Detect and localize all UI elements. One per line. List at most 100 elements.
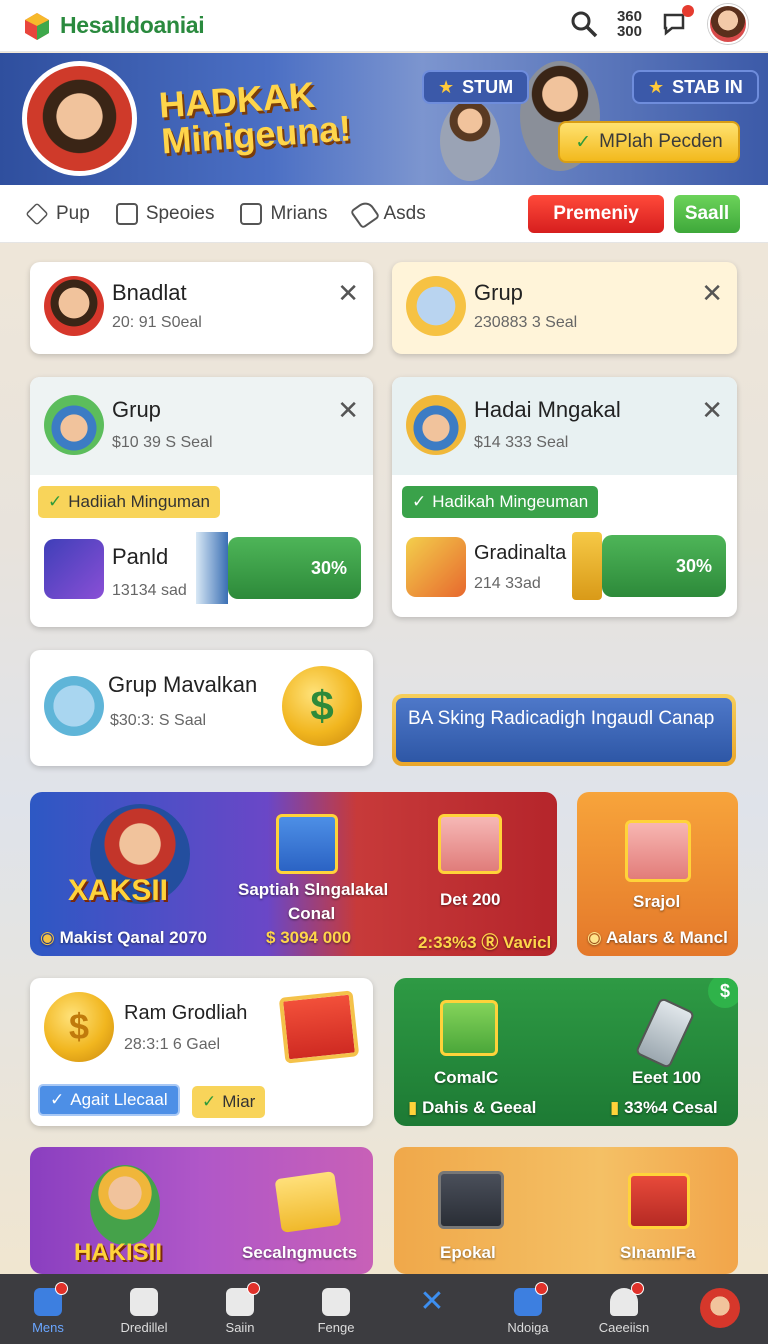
card-title: Ram Grodliah xyxy=(124,1002,248,1024)
promo-label: Srajol xyxy=(633,892,681,911)
reward-tag: ✓ Hadiiah Minguman xyxy=(38,486,220,518)
close-icon: ✕ xyxy=(419,1285,445,1318)
hero-avatar xyxy=(22,61,137,176)
bottom-nav-grid[interactable]: Fenge xyxy=(296,1288,376,1335)
info-banner[interactable]: BA Sking Radicadigh Ingaudl Canap xyxy=(392,694,736,766)
close-icon[interactable]: ✕ xyxy=(701,397,723,423)
avatar xyxy=(700,1288,740,1328)
item-title: Panld xyxy=(112,544,169,569)
promo-footer: 2:33%3 Ⓡ Vavicl xyxy=(418,933,552,952)
nav-item-pup[interactable]: Pup xyxy=(25,201,90,226)
item-subtitle: 13134 sad xyxy=(112,582,187,599)
card-grup-mid[interactable]: Grup $10 39 S Seal ✕ ✓ Hadiiah Minguman P… xyxy=(30,377,373,627)
hero-cta-button[interactable]: ✓ MPlah Pecden xyxy=(558,121,740,163)
gift-icon xyxy=(628,1173,690,1229)
promo-title: XAKSII xyxy=(68,874,169,907)
chat-icon xyxy=(226,1282,260,1316)
bottom-nav-person[interactable]: Caeeiisn xyxy=(584,1282,664,1335)
promo-green[interactable]: ComalC ▮ Dahis & Geeal $ Eeet 100 ▮ 33%4… xyxy=(394,978,738,1126)
book-icon xyxy=(115,202,138,225)
phone-icon xyxy=(634,996,696,1070)
hero-banner: HADKAK Minigeuna! ★ STUM ★ STAB IN ✓ MPlah … xyxy=(0,53,768,185)
top-bar: HesalIdoaniai 360 300 xyxy=(0,0,768,52)
gift-icon xyxy=(438,814,502,874)
card-subtitle: 20: 91 S0eal xyxy=(112,314,202,331)
card-subtitle: $30:3: S Saal xyxy=(110,712,207,729)
promo-label: Eeet 100 xyxy=(632,1068,701,1087)
home-icon xyxy=(34,1282,68,1316)
promo-label: Saptiah Slngalakal xyxy=(238,880,389,899)
promo-label: ComalC xyxy=(434,1068,499,1087)
card-subtitle: 28:3:1 6 Gael xyxy=(124,1036,221,1053)
item-icon xyxy=(406,537,466,597)
card-title: Hadai Mngakal xyxy=(474,397,621,422)
promo-banner-main[interactable]: XAKSII ◉ Makist Qanal 2070 Saptiah Slnga… xyxy=(30,792,557,956)
card-title: Bnadlat xyxy=(112,280,187,305)
promo-epokal[interactable]: Epokal SInamIFa xyxy=(394,1147,738,1274)
dice-icon xyxy=(130,1288,158,1316)
card-bnadlat[interactable]: Bnadlat 20: 91 S0eal ✕ xyxy=(30,262,373,354)
bottom-nav-camera[interactable]: Ndoiga xyxy=(488,1282,568,1335)
bottom-nav-home[interactable]: Mens xyxy=(8,1282,88,1335)
promo-footer: ◉ Aalars & Mancl xyxy=(587,928,728,947)
camera-icon xyxy=(514,1282,548,1316)
counter: 360 300 xyxy=(616,8,642,40)
promo-footer: ◉ Makist Qanal 2070 xyxy=(40,928,207,947)
small-button[interactable]: Saall xyxy=(674,195,740,233)
close-icon[interactable]: ✕ xyxy=(701,280,723,306)
card-title: Grup xyxy=(112,397,161,422)
bottom-nav-dice[interactable]: Dredillel xyxy=(104,1288,184,1335)
avatar xyxy=(406,276,466,336)
tag-blue[interactable]: ✓ Agait Llecaal xyxy=(38,1084,180,1116)
avatar xyxy=(406,395,466,455)
promo-label: Secalngmucts xyxy=(242,1243,358,1262)
dollar-badge-icon: $ xyxy=(708,978,738,1008)
promo-amount: $ 3094 000 xyxy=(266,928,352,947)
notification-icon[interactable] xyxy=(660,4,694,42)
card-title: Grup xyxy=(474,280,523,305)
promo-srajol[interactable]: Srajol ◉ Aalars & Mancl xyxy=(577,792,738,956)
diamond-icon xyxy=(25,201,49,226)
nav-item-asds[interactable]: Asds xyxy=(349,198,426,229)
search-icon[interactable] xyxy=(569,9,599,39)
gift-icon xyxy=(276,814,338,874)
card-subtitle: $10 39 S Seal xyxy=(112,434,213,451)
bottom-nav-center[interactable]: ✕ xyxy=(392,1285,472,1320)
bottom-nav-chat[interactable]: Saiin xyxy=(200,1282,280,1335)
monitor-icon xyxy=(438,1171,504,1229)
card-grup-mavalkan[interactable]: Grup Mavalkan $30:3: S Saal $ xyxy=(30,650,373,766)
promo-title: HAKISII xyxy=(74,1239,163,1266)
gift-icon xyxy=(440,1000,498,1056)
item-icon xyxy=(44,539,104,599)
logo-icon xyxy=(22,11,52,41)
promo-label: Epokal xyxy=(440,1243,496,1262)
dollar-coin-icon: $ xyxy=(44,992,114,1062)
nav-item-mrians[interactable]: Mrians xyxy=(240,202,328,225)
brand-name: HesalIdoaniai xyxy=(60,12,205,38)
promo-hakisii[interactable]: HAKISII Secalngmucts xyxy=(30,1147,373,1274)
card-title: Grup Mavalkan xyxy=(108,672,258,697)
card-ram-grodliah[interactable]: $ Ram Grodliah 28:3:1 6 Gael ✓ Agait Llec… xyxy=(30,978,373,1126)
bottom-nav-avatar[interactable] xyxy=(680,1288,760,1328)
item-subtitle: 214 33ad xyxy=(474,575,541,592)
tag-icon xyxy=(349,198,380,229)
hero-pill-right[interactable]: ★ STAB IN xyxy=(632,70,759,104)
hero-pill-left[interactable]: ★ STUM xyxy=(422,70,530,104)
bottom-nav: Mens Dredillel Saiin Fenge ✕ Ndoiga Caee… xyxy=(0,1274,768,1344)
tag-yellow[interactable]: ✓ Miar xyxy=(192,1086,266,1118)
hero-title: HADKAK Minigeuna! xyxy=(157,73,353,162)
close-icon[interactable]: ✕ xyxy=(337,280,359,306)
card-subtitle: $14 333 Seal xyxy=(474,434,569,451)
progress-bar: 30% xyxy=(602,535,726,597)
card-grup-top[interactable]: Grup 230883 3 Seal ✕ xyxy=(392,262,737,354)
item-title: Gradinalta xyxy=(474,542,567,564)
progress-bar: 30% xyxy=(228,537,361,599)
premium-button[interactable]: Premeniy xyxy=(528,195,664,233)
avatar xyxy=(44,676,104,736)
avatar xyxy=(44,395,104,455)
close-icon[interactable]: ✕ xyxy=(337,397,359,423)
person-icon xyxy=(610,1282,644,1316)
nav-item-species[interactable]: Speoies xyxy=(115,202,214,225)
profile-avatar[interactable] xyxy=(708,4,748,44)
card-hadai[interactable]: Hadai Mngakal $14 333 Seal ✕ ✓ Hadikah Mi… xyxy=(392,377,737,617)
